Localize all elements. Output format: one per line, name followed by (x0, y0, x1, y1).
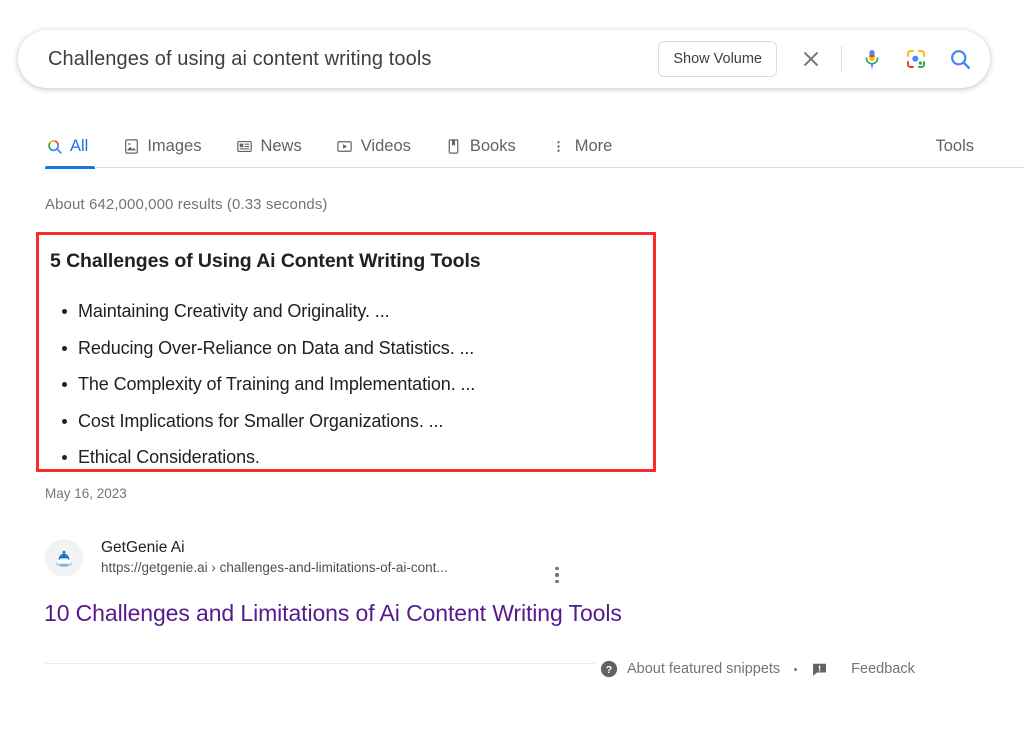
book-icon (445, 137, 463, 155)
google-search-icon (45, 137, 63, 155)
svg-text:?: ? (606, 665, 612, 676)
list-item: Maintaining Creativity and Originality. … (61, 293, 475, 330)
google-lens-icon[interactable] (894, 37, 938, 81)
list-item: Cost Implications for Smaller Organizati… (61, 403, 475, 440)
result-stats: About 642,000,000 results (0.33 seconds) (45, 196, 328, 213)
tab-all[interactable]: All (45, 124, 88, 168)
footer-divider (45, 663, 595, 664)
result-source-name: GetGenie Ai (101, 539, 185, 556)
result-source-text: GetGenie Ai https://getgenie.ai › challe… (101, 538, 448, 578)
tools-button[interactable]: Tools (935, 124, 974, 168)
about-featured-snippets-label: About featured snippets (627, 661, 781, 677)
nav-bottom-border (96, 167, 1024, 168)
list-item: Ethical Considerations. (61, 439, 475, 476)
result-options-kebab-icon[interactable] (546, 564, 568, 586)
help-circle-icon: ? (600, 660, 618, 678)
active-tab-underline (45, 166, 95, 169)
feedback-label: Feedback (851, 661, 915, 677)
result-source-url: https://getgenie.ai › challenges-and-lim… (101, 560, 448, 575)
newspaper-icon (235, 137, 253, 155)
video-play-icon (336, 137, 354, 155)
show-volume-button[interactable]: Show Volume (658, 41, 777, 77)
tab-videos[interactable]: Videos (336, 124, 411, 168)
tab-videos-label: Videos (360, 136, 411, 155)
tab-books[interactable]: Books (445, 124, 516, 168)
about-featured-snippets-link[interactable]: ? About featured snippets (600, 660, 780, 678)
tab-books-label: Books (469, 136, 516, 155)
list-item: Reducing Over-Reliance on Data and Stati… (61, 330, 475, 367)
voice-search-icon[interactable] (850, 37, 894, 81)
tab-news-label: News (260, 136, 302, 155)
tab-images[interactable]: Images (122, 124, 201, 168)
list-item: The Complexity of Training and Implement… (61, 366, 475, 403)
result-source-row[interactable]: GetGenie Ai https://getgenie.ai › challe… (45, 538, 448, 578)
featured-snippet-list: Maintaining Creativity and Originality. … (50, 293, 475, 476)
clear-search-icon[interactable] (789, 37, 833, 81)
tab-all-label: All (70, 136, 89, 155)
tab-news[interactable]: News (235, 124, 302, 168)
tab-more-label: More (574, 136, 613, 155)
snippet-footer: ? About featured snippets Feedback (600, 656, 915, 682)
google-search-results-page: Challenges of using ai content writing t… (0, 0, 1024, 731)
search-bar[interactable]: Challenges of using ai content writing t… (18, 30, 990, 88)
featured-snippet-box: 5 Challenges of Using Ai Content Writing… (36, 232, 656, 472)
feedback-flag-icon (811, 661, 828, 678)
search-submit-icon[interactable] (938, 37, 982, 81)
search-bar-divider (841, 46, 842, 72)
tab-images-label: Images (147, 136, 202, 155)
featured-snippet-title: 5 Challenges of Using Ai Content Writing… (50, 250, 481, 272)
result-title-link[interactable]: 10 Challenges and Limitations of Ai Cont… (44, 600, 622, 627)
search-nav-tabs: All Images News Videos Books More Tools (0, 124, 1024, 172)
footer-separator-dot (794, 667, 798, 671)
image-icon (122, 137, 140, 155)
tab-more[interactable]: More (550, 124, 613, 168)
search-input[interactable]: Challenges of using ai content writing t… (18, 48, 658, 71)
feedback-link[interactable]: Feedback (811, 661, 915, 678)
getgenie-favicon-icon (45, 539, 83, 577)
featured-snippet-date: May 16, 2023 (45, 486, 127, 501)
kebab-menu-icon (550, 137, 568, 155)
